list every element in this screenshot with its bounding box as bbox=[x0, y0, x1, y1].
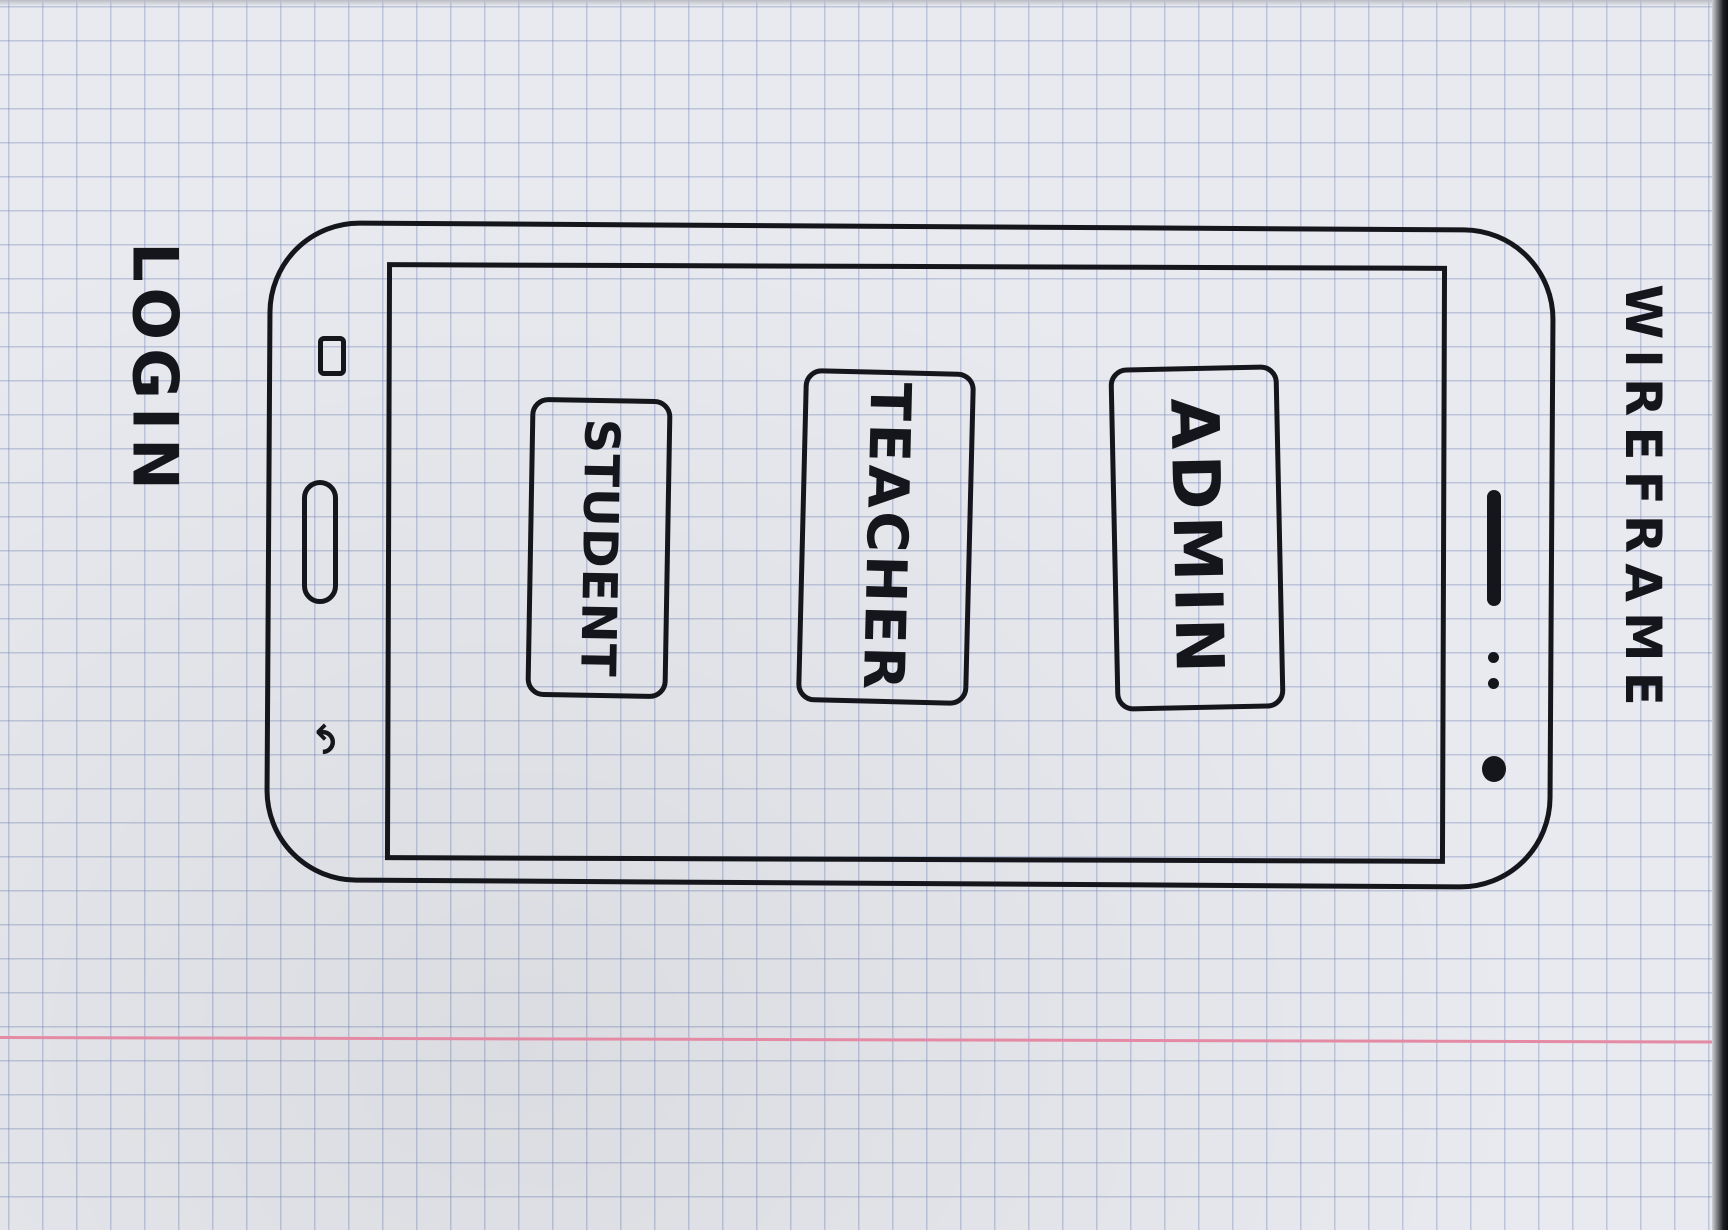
admin-button[interactable]: ADMIN bbox=[1108, 364, 1286, 712]
sensor-dot-icon bbox=[1488, 652, 1499, 663]
page-edge bbox=[1712, 0, 1728, 1230]
front-camera-icon bbox=[1482, 756, 1506, 782]
back-arrow-icon[interactable]: ↶ bbox=[300, 723, 344, 761]
student-button[interactable]: STUDENT bbox=[525, 396, 673, 700]
page-top-edge bbox=[0, 0, 1728, 6]
sensor-dot-icon bbox=[1488, 678, 1499, 689]
teacher-button[interactable]: TEACHER bbox=[795, 367, 977, 707]
screen-name-label: LOGIN bbox=[118, 242, 192, 498]
student-button-label: STUDENT bbox=[568, 418, 630, 678]
sheet-title: WIREFRAME bbox=[1614, 284, 1672, 716]
teacher-button-label: TEACHER bbox=[849, 381, 923, 693]
speaker-icon bbox=[1487, 490, 1501, 606]
home-button-icon[interactable] bbox=[302, 480, 338, 604]
menu-key-icon[interactable] bbox=[318, 336, 346, 376]
admin-button-label: ADMIN bbox=[1155, 396, 1239, 680]
